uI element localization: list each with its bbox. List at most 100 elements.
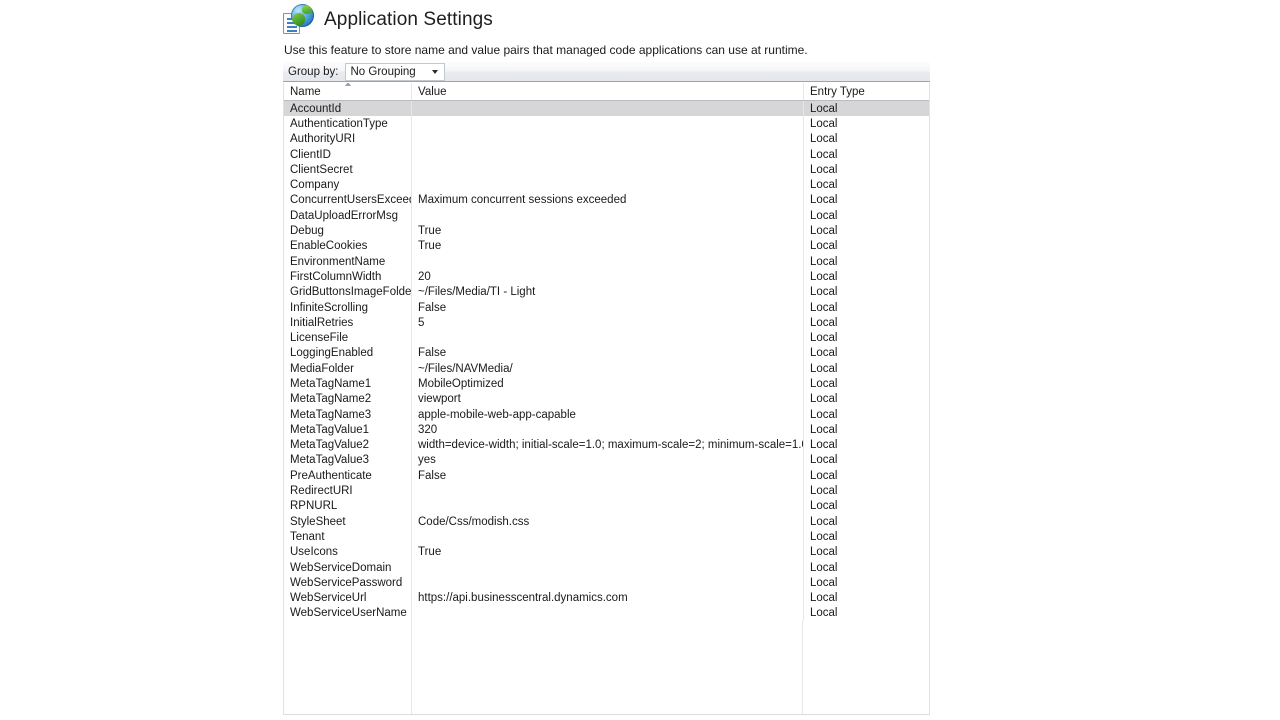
- cell-entry-type: Local: [803, 223, 929, 239]
- cell-name: RedirectURI: [290, 485, 353, 498]
- table-row[interactable]: WebServicePassword Local: [284, 575, 929, 591]
- group-by-toolbar: Group by: No Grouping: [283, 62, 930, 82]
- column-header-name[interactable]: Name: [284, 83, 411, 100]
- cell-entry-type: Local: [803, 162, 929, 178]
- cell-entry-type: Local: [803, 483, 929, 499]
- cell-value: https://api.businesscentral.dynamics.com: [411, 590, 803, 606]
- table-row[interactable]: GridButtonsImageFolder ~/Files/Media/TI -…: [284, 284, 929, 300]
- cell-entry-type: Local: [803, 253, 929, 270]
- grid-empty-area: [284, 621, 929, 714]
- cell-value: yes: [411, 452, 803, 469]
- table-row[interactable]: UseIcons True Local: [284, 544, 929, 560]
- cell-value: [411, 330, 803, 346]
- cell-entry-type: Local: [803, 590, 929, 606]
- cell-value: [411, 177, 803, 193]
- table-row[interactable]: InfiniteScrolling False Local: [284, 299, 929, 316]
- table-row[interactable]: MetaTagValue1 320 Local: [284, 422, 929, 438]
- table-row[interactable]: LicenseFile Local: [284, 330, 929, 346]
- table-row[interactable]: AuthorityURI Local: [284, 131, 929, 147]
- table-row[interactable]: Debug True Local: [284, 223, 929, 239]
- cell-name: WebServiceDomain: [290, 561, 392, 574]
- table-row[interactable]: Company Local: [284, 177, 929, 193]
- cell-name: UseIcons: [290, 546, 338, 559]
- group-by-dropdown[interactable]: No Grouping: [344, 62, 445, 81]
- cell-value: apple-mobile-web-app-capable: [411, 406, 803, 423]
- cell-value: [411, 116, 803, 132]
- cell-entry-type: Local: [803, 437, 929, 453]
- table-row[interactable]: RPNURL Local: [284, 498, 929, 515]
- cell-value: [411, 498, 803, 515]
- cell-entry-type: Local: [803, 345, 929, 362]
- cell-entry-type: Local: [803, 269, 929, 285]
- cell-name: LoggingEnabled: [290, 347, 374, 360]
- cell-value: True: [411, 223, 803, 239]
- cell-entry-type: Local: [803, 605, 929, 622]
- web-config-globe-icon: [283, 4, 315, 36]
- table-row[interactable]: MetaTagValue2 width=device-width; initial…: [284, 437, 929, 453]
- cell-value: [411, 208, 803, 224]
- table-row[interactable]: WebServiceDomain Local: [284, 559, 929, 576]
- cell-entry-type: Local: [803, 330, 929, 346]
- table-row[interactable]: EnvironmentName Local: [284, 253, 929, 270]
- cell-name: LicenseFile: [290, 332, 349, 345]
- cell-value: True: [411, 544, 803, 560]
- cell-name: AuthenticationType: [290, 117, 388, 130]
- page-header: Application Settings: [283, 4, 493, 36]
- cell-entry-type: Local: [803, 238, 929, 254]
- table-row[interactable]: FirstColumnWidth 20 Local: [284, 269, 929, 285]
- cell-value: Maximum concurrent sessions exceeded: [411, 192, 803, 209]
- table-row[interactable]: ClientID Local: [284, 146, 929, 163]
- cell-entry-type: Local: [803, 361, 929, 377]
- cell-name: MetaTagValue1: [290, 423, 370, 436]
- cell-name: AuthorityURI: [290, 133, 356, 146]
- cell-entry-type: Local: [803, 315, 929, 331]
- cell-value: False: [411, 299, 803, 316]
- table-row[interactable]: Tenant Local: [284, 529, 929, 545]
- table-row[interactable]: MetaTagName3 apple-mobile-web-app-capable…: [284, 406, 929, 423]
- cell-name: GridButtonsImageFolder: [290, 286, 411, 299]
- cell-name: MediaFolder: [290, 362, 354, 375]
- cell-value: viewport: [411, 391, 803, 407]
- column-header-entry-type[interactable]: Entry Type: [803, 83, 929, 100]
- grid-header-row: Name Value Entry Type: [284, 83, 929, 101]
- cell-value: [411, 529, 803, 545]
- table-row[interactable]: WebServiceUrl https://api.businesscentral…: [284, 590, 929, 606]
- cell-entry-type: Local: [803, 406, 929, 423]
- table-row[interactable]: WebServiceUserName Local: [284, 605, 929, 622]
- table-row[interactable]: MetaTagValue3 yes Local: [284, 452, 929, 469]
- cell-value: [411, 559, 803, 576]
- cell-value: MobileOptimized: [411, 376, 803, 392]
- table-row[interactable]: ConcurrentUsersExceededMaximum concurren…: [284, 192, 929, 209]
- cell-name: Company: [290, 179, 340, 192]
- cell-value: 320: [411, 422, 803, 438]
- cell-entry-type: Local: [803, 422, 929, 438]
- table-row[interactable]: AuthenticationType Local: [284, 116, 929, 132]
- grid-empty-col-entry-type: [802, 621, 929, 714]
- cell-value: True: [411, 238, 803, 254]
- cell-name: PreAuthenticate: [290, 469, 372, 482]
- cell-entry-type: Local: [803, 514, 929, 530]
- table-row[interactable]: RedirectURI Local: [284, 483, 929, 499]
- cell-name: Debug: [290, 225, 324, 238]
- table-row[interactable]: MetaTagName2 viewport Local: [284, 391, 929, 407]
- cell-name: ClientSecret: [290, 163, 353, 176]
- table-row[interactable]: InitialRetries 5 Local: [284, 315, 929, 331]
- table-row[interactable]: StyleSheet Code/Css/modish.css Local: [284, 514, 929, 530]
- cell-entry-type: Local: [803, 376, 929, 392]
- column-header-value[interactable]: Value: [411, 83, 803, 100]
- cell-value: [411, 146, 803, 163]
- table-row[interactable]: LoggingEnabled False Local: [284, 345, 929, 362]
- cell-name: ClientID: [290, 148, 331, 161]
- page-title: Application Settings: [324, 9, 493, 30]
- application-settings-page: Application Settings Use this feature to…: [0, 0, 1280, 720]
- grid-body: AccountId Local AuthenticationType Local Aut…: [284, 101, 929, 622]
- table-row[interactable]: AccountId Local: [284, 101, 929, 117]
- cell-value: [411, 101, 803, 117]
- table-row[interactable]: PreAuthenticate False Local: [284, 468, 929, 484]
- table-row[interactable]: DataUploadErrorMsg Local: [284, 208, 929, 224]
- table-row[interactable]: EnableCookies True Local: [284, 238, 929, 254]
- table-row[interactable]: ClientSecret Local: [284, 162, 929, 178]
- table-row[interactable]: MediaFolder ~/Files/NAVMedia/Local: [284, 361, 929, 377]
- table-row[interactable]: MetaTagName1 MobileOptimized Local: [284, 376, 929, 392]
- group-by-label: Group by:: [288, 65, 339, 78]
